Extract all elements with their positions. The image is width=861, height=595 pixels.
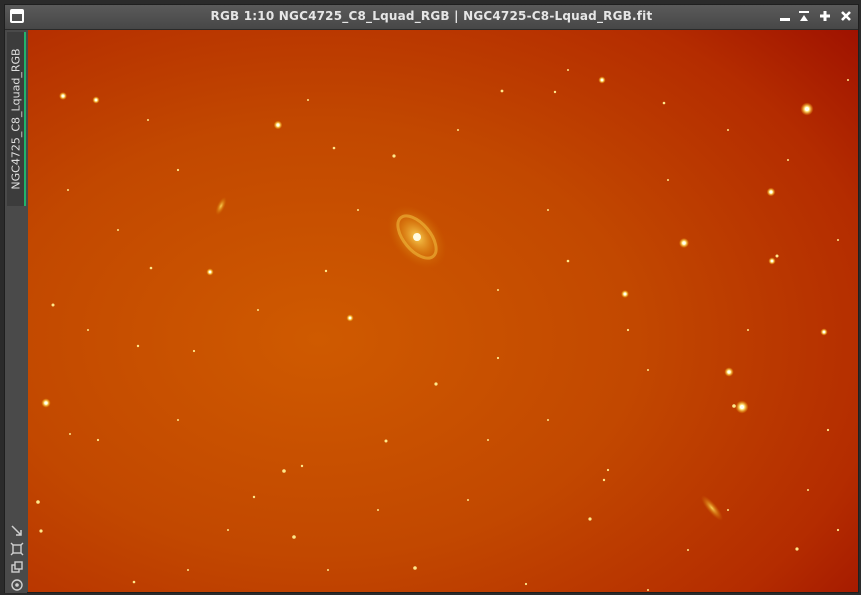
view-tab-label: NGC4725_C8_Lquad_RGB: [9, 48, 22, 190]
window-title: RGB 1:10 NGC4725_C8_Lquad_RGB | NGC4725-…: [210, 9, 653, 23]
star: [177, 419, 179, 421]
star: [357, 209, 359, 211]
star: [147, 119, 149, 121]
star: [487, 439, 489, 441]
image-window: RGB 1:10 NGC4725_C8_Lquad_RGB | NGC4725-…: [4, 4, 859, 593]
star: [626, 328, 630, 332]
star: [434, 382, 438, 386]
star: [36, 500, 40, 504]
star: [847, 79, 849, 81]
star: [327, 569, 329, 571]
star: [547, 419, 549, 421]
star: [467, 499, 469, 501]
star: [149, 266, 153, 270]
star: [132, 580, 136, 584]
star: [51, 303, 55, 307]
star: [252, 495, 256, 499]
star: [117, 229, 119, 231]
star-core: [822, 330, 826, 334]
star: [282, 469, 286, 473]
star: [567, 69, 569, 71]
star-core: [276, 123, 280, 127]
star-core: [770, 259, 774, 263]
star-core: [727, 370, 731, 374]
star: [524, 582, 528, 586]
maximize-icon[interactable]: [818, 9, 832, 23]
star: [602, 478, 606, 482]
star-core: [208, 270, 212, 274]
star: [787, 159, 789, 161]
image-canvas[interactable]: [28, 30, 858, 592]
star: [795, 547, 799, 551]
astro-image: [28, 30, 858, 592]
star: [826, 428, 830, 432]
star: [647, 369, 649, 371]
star: [67, 189, 69, 191]
view-tab[interactable]: NGC4725_C8_Lquad_RGB: [7, 32, 26, 206]
title-bar[interactable]: RGB 1:10 NGC4725_C8_Lquad_RGB | NGC4725-…: [5, 5, 858, 30]
star: [553, 90, 557, 94]
close-icon[interactable]: [839, 9, 853, 23]
star-core: [769, 190, 773, 194]
star: [500, 89, 504, 93]
star-core: [44, 401, 48, 405]
star: [413, 566, 417, 570]
star: [747, 329, 749, 331]
star: [687, 549, 689, 551]
star: [606, 468, 610, 472]
zoom-frame-icon[interactable]: [10, 542, 24, 556]
star: [836, 528, 840, 532]
star: [837, 239, 839, 241]
star: [257, 309, 259, 311]
shade-icon[interactable]: [797, 9, 811, 23]
star-core: [739, 404, 745, 410]
star: [300, 464, 304, 468]
star: [667, 179, 669, 181]
star: [392, 154, 396, 158]
star: [727, 509, 729, 511]
star: [96, 438, 100, 442]
star: [457, 129, 459, 131]
star-core: [804, 106, 810, 112]
star-core: [348, 316, 352, 320]
star: [187, 569, 189, 571]
star: [497, 289, 499, 291]
star: [307, 99, 309, 101]
star-core: [600, 78, 604, 82]
star: [87, 329, 89, 331]
left-sidebar: NGC4725_C8_Lquad_RGB: [5, 30, 27, 593]
star: [192, 349, 196, 353]
star: [588, 517, 592, 521]
star: [807, 489, 809, 491]
minimize-icon[interactable]: [778, 9, 792, 23]
target-icon[interactable]: [10, 578, 24, 592]
star-core: [623, 292, 627, 296]
star: [732, 404, 736, 408]
star: [227, 529, 229, 531]
star: [176, 168, 180, 172]
star: [662, 101, 666, 105]
star: [136, 344, 140, 348]
star-core: [61, 94, 65, 98]
star: [727, 129, 729, 131]
star: [292, 535, 296, 539]
clone-view-icon[interactable]: [10, 560, 24, 574]
star: [332, 146, 336, 150]
star: [69, 433, 71, 435]
star-core: [94, 98, 98, 102]
star-core: [682, 241, 686, 245]
star: [377, 509, 379, 511]
star: [547, 209, 549, 211]
star: [39, 529, 43, 533]
star: [496, 356, 500, 360]
fit-view-icon[interactable]: [10, 524, 24, 538]
star: [324, 269, 328, 273]
star: [384, 439, 388, 443]
star: [647, 589, 649, 591]
star: [566, 259, 570, 263]
star: [775, 254, 779, 258]
